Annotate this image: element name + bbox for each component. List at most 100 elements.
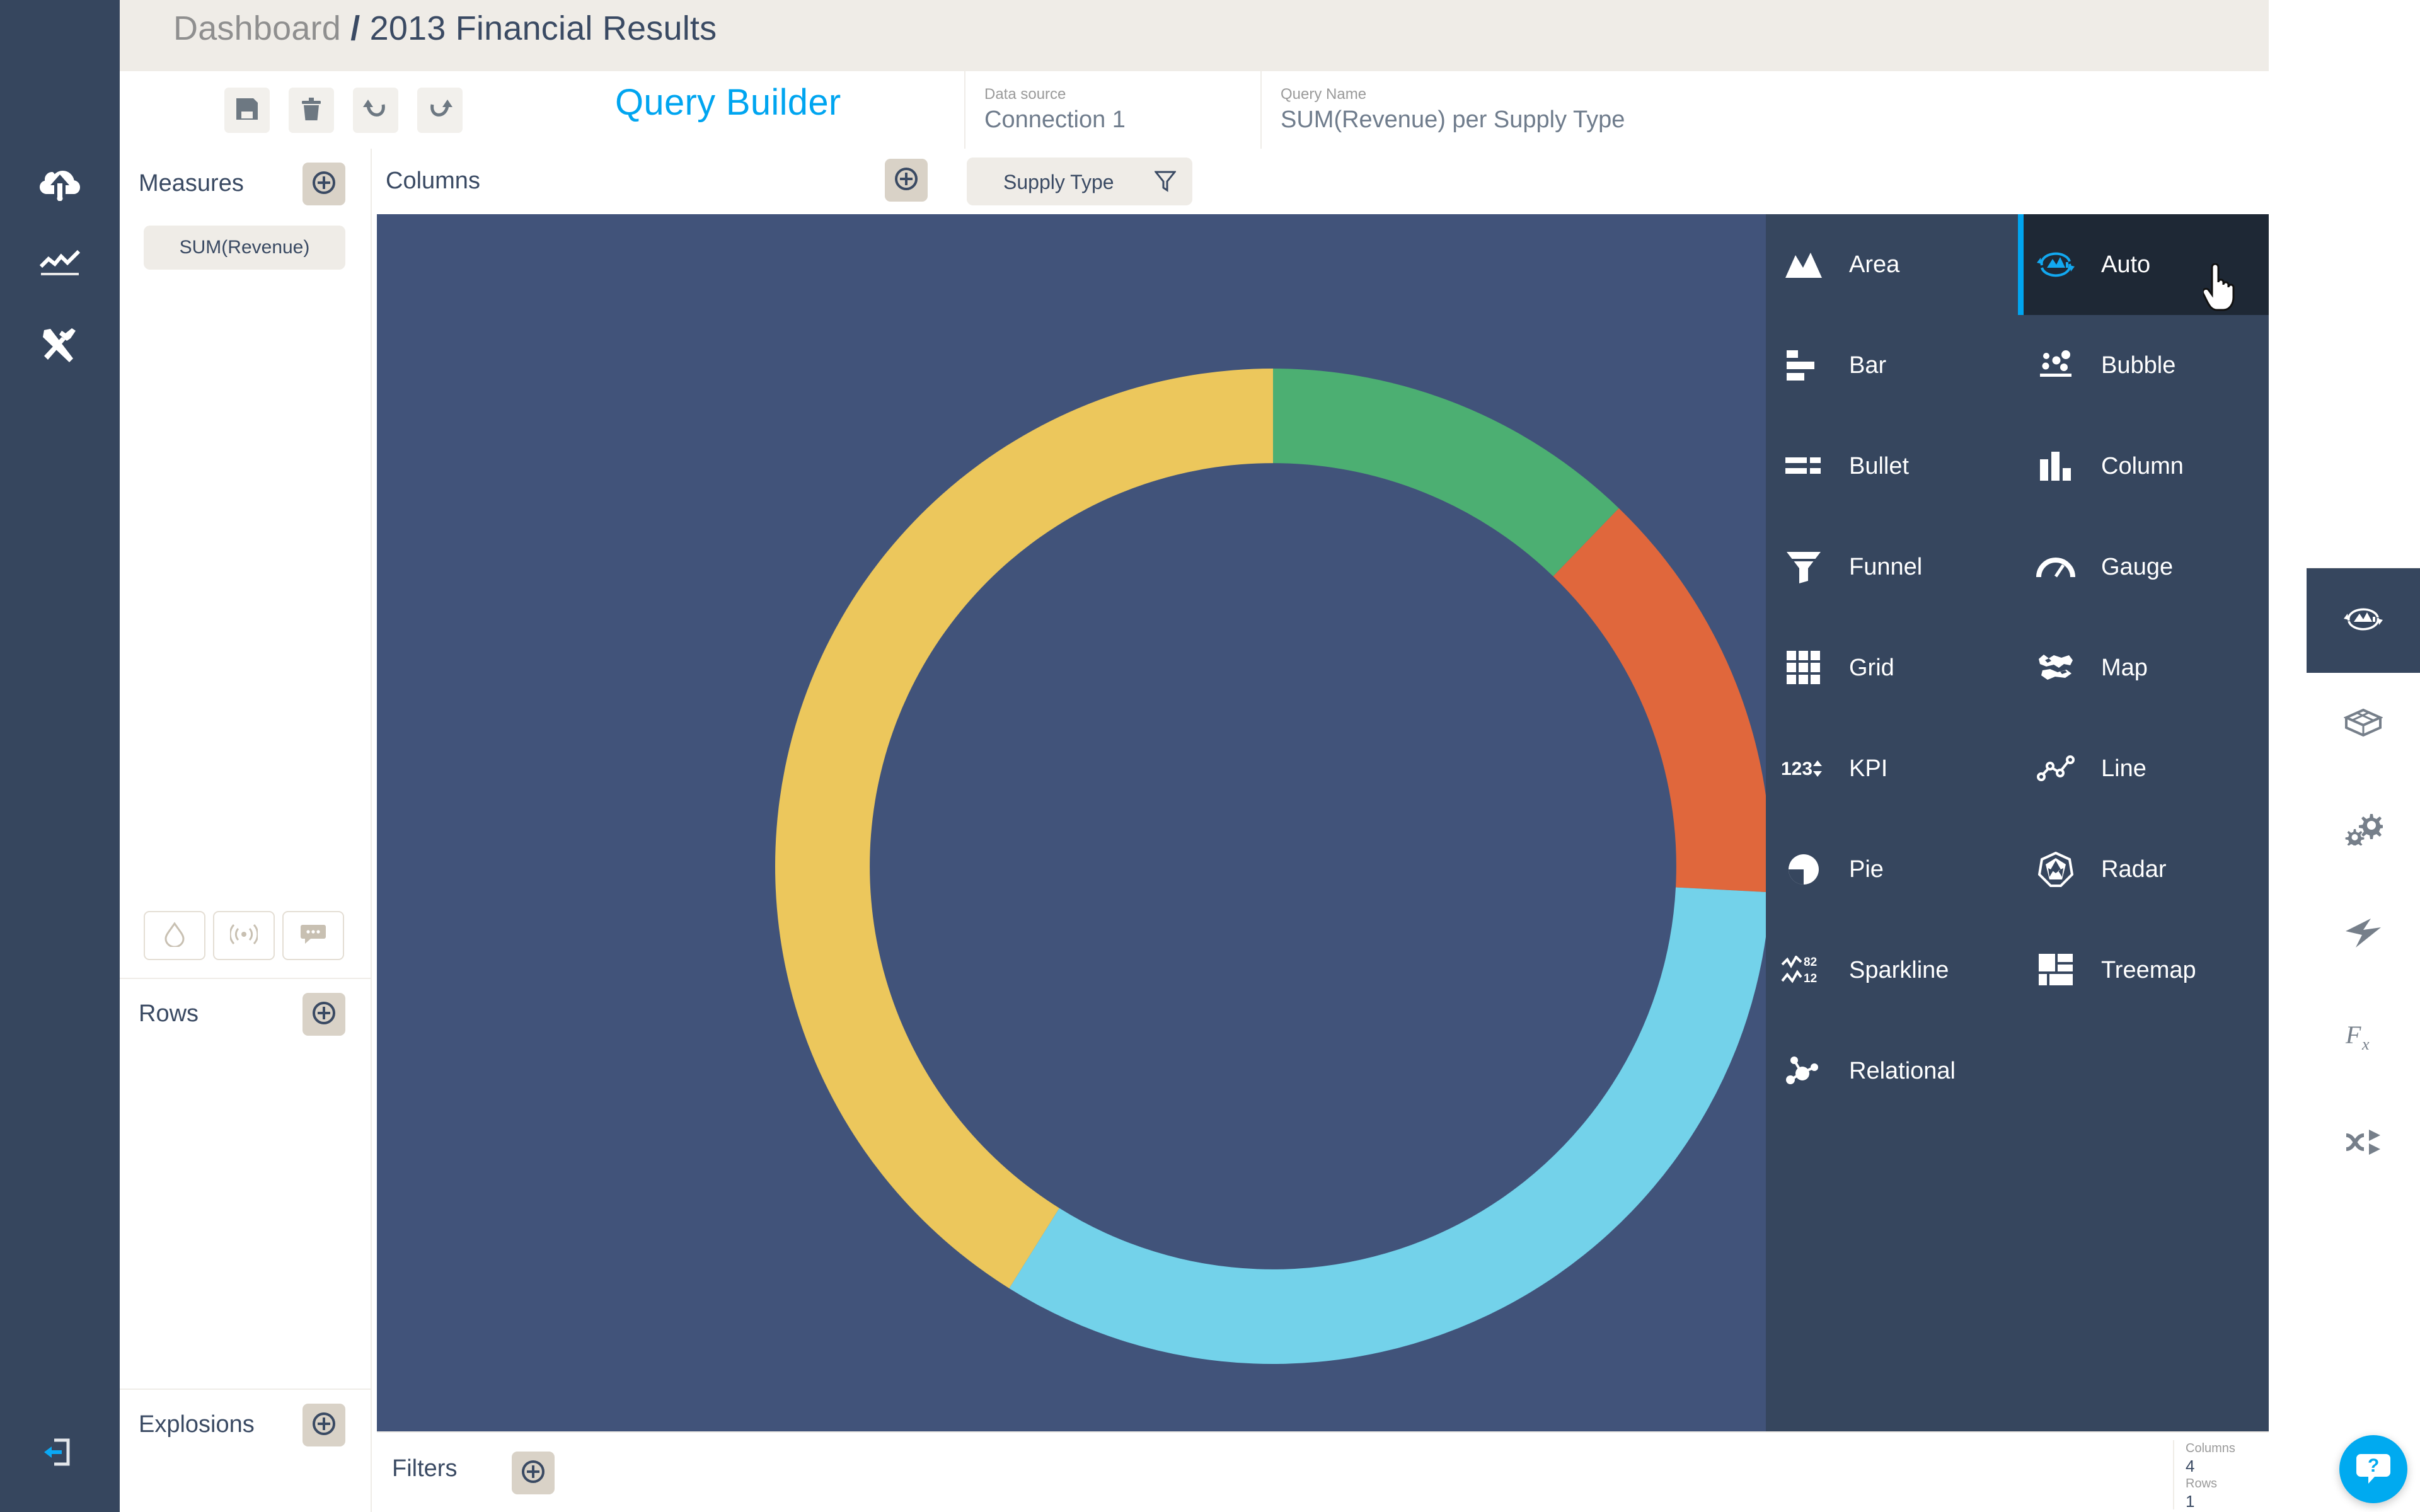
query-config-panel: Measures SUM(Revenue): [120, 149, 372, 1512]
sidebar-item-analyze[interactable]: [0, 227, 120, 302]
plus-circle-icon: [521, 1459, 546, 1487]
chart-type-line-label: Line: [2101, 753, 2146, 784]
column-chip-supply-type[interactable]: Supply Type: [967, 158, 1192, 205]
save-icon: [234, 96, 260, 125]
donut-segment[interactable]: [1273, 369, 1619, 576]
help-button[interactable]: ?: [2339, 1435, 2407, 1503]
add-column-button[interactable]: [885, 159, 928, 202]
auto-chart-icon: [2018, 246, 2094, 283]
chart-type-sparkline[interactable]: 82 12 Sparkline: [1766, 920, 2018, 1021]
tools-icon: [40, 327, 79, 366]
right-rail-formula-button[interactable]: F x: [2307, 987, 2420, 1091]
measure-pill-label: SUM(Revenue): [180, 237, 310, 258]
kpi-icon: 123: [1766, 758, 1841, 779]
grid-icon: [1766, 651, 1841, 685]
query-name-value: SUM(Revenue) per Supply Type: [1281, 104, 2388, 135]
chart-type-column-label: Column: [2101, 450, 2184, 482]
fx-icon: F x: [2344, 1022, 2382, 1057]
right-rail-auto-chart-button[interactable]: [2307, 568, 2420, 673]
chart-type-auto-label: Auto: [2101, 249, 2150, 280]
bubble-chart-icon: [2018, 350, 2094, 381]
chart-type-treemap[interactable]: Treemap: [2018, 920, 2269, 1021]
sidebar-item-upload[interactable]: [0, 145, 120, 220]
page-title: Query Builder: [615, 81, 841, 123]
plus-circle-icon: [311, 170, 337, 198]
rows-section-header: Rows: [120, 979, 371, 1050]
collapse-panel-button[interactable]: [0, 1414, 120, 1490]
chart-type-line[interactable]: Line: [2018, 718, 2269, 819]
filter-icon[interactable]: [1155, 170, 1176, 196]
gauge-icon: [2018, 555, 2094, 579]
svg-text:123: 123: [1781, 759, 1812, 779]
drop-button[interactable]: [144, 911, 205, 960]
redo-button[interactable]: [417, 88, 463, 133]
chart-type-gauge[interactable]: Gauge: [2018, 517, 2269, 617]
breadcrumb-leaf[interactable]: 2013 Financial Results: [370, 9, 717, 47]
donut-segment[interactable]: [1553, 508, 1766, 893]
donut-segment[interactable]: [775, 369, 1273, 1288]
chart-type-area[interactable]: Area: [1766, 214, 2018, 315]
chart-type-bubble[interactable]: Bubble: [2018, 315, 2269, 416]
drop-icon: [164, 922, 185, 950]
treemap-icon: [2018, 954, 2094, 987]
svg-text:82: 82: [1804, 956, 1817, 969]
measures-section-header: Measures: [120, 149, 371, 219]
chart-type-bar[interactable]: Bar: [1766, 315, 2018, 416]
result-stats: Columns 4 Rows 1: [2173, 1440, 2255, 1509]
add-row-button[interactable]: [302, 993, 345, 1036]
gears-icon: [2344, 811, 2383, 849]
chart-type-pie[interactable]: Pie: [1766, 819, 2018, 920]
chart-type-kpi[interactable]: 123 KPI: [1766, 718, 2018, 819]
sidebar-item-tools[interactable]: [0, 309, 120, 384]
undo-button[interactable]: [353, 88, 398, 133]
query-name-label: Query Name: [1281, 85, 2388, 104]
auto-chart-icon: [2342, 601, 2384, 641]
chart-type-area-label: Area: [1849, 249, 1899, 280]
left-nav-rail: [0, 0, 120, 1512]
chart-type-column[interactable]: Column: [2018, 416, 2269, 517]
chart-type-bubble-label: Bubble: [2101, 350, 2175, 381]
right-rail-shuffle-button[interactable]: [2307, 1091, 2420, 1196]
plus-circle-icon: [311, 1000, 337, 1029]
right-rail-actions-button[interactable]: [2307, 882, 2420, 987]
chart-type-grid[interactable]: Grid: [1766, 617, 2018, 718]
chart-type-radar-label: Radar: [2101, 854, 2167, 885]
chart-type-map-label: Map: [2101, 652, 2148, 684]
selection-indicator: [2018, 214, 2024, 315]
chart-type-kpi-label: KPI: [1849, 753, 1887, 784]
line-chart-icon: [2018, 755, 2094, 782]
add-measure-button[interactable]: [302, 163, 345, 205]
chart-canvas[interactable]: [377, 214, 1766, 1431]
donut-chart[interactable]: [377, 214, 1766, 1431]
chart-type-funnel[interactable]: Funnel: [1766, 517, 2018, 617]
chart-type-relational[interactable]: Relational: [1766, 1021, 2018, 1121]
add-explosion-button[interactable]: [302, 1404, 345, 1446]
chart-type-treemap-label: Treemap: [2101, 954, 2196, 986]
chart-type-sparkline-label: Sparkline: [1849, 954, 1949, 986]
measure-pill-sum-revenue[interactable]: SUM(Revenue): [144, 226, 345, 270]
breadcrumb-root[interactable]: Dashboard: [173, 9, 341, 47]
donut-segment[interactable]: [1009, 887, 1766, 1364]
data-source-value: Connection 1: [984, 104, 1260, 135]
breadcrumb: Dashboard / 2013 Financial Results: [173, 9, 717, 48]
right-rail-settings-button[interactable]: [2307, 777, 2420, 882]
bar-chart-icon: [1766, 349, 1841, 382]
chart-type-map[interactable]: Map: [2018, 617, 2269, 718]
query-name-field[interactable]: Query Name SUM(Revenue) per Supply Type: [1260, 71, 2388, 149]
svg-text:12: 12: [1804, 972, 1817, 985]
chart-type-bullet[interactable]: Bullet: [1766, 416, 2018, 517]
chart-type-auto[interactable]: Auto: [2018, 214, 2269, 315]
area-chart-icon: [1766, 250, 1841, 279]
undo-icon: [362, 96, 389, 125]
relational-icon: [1766, 1057, 1841, 1085]
add-filter-button[interactable]: [512, 1452, 555, 1494]
chart-type-radar[interactable]: Radar: [2018, 819, 2269, 920]
delete-button[interactable]: [289, 88, 334, 133]
save-button[interactable]: [224, 88, 270, 133]
data-source-field[interactable]: Data source Connection 1: [964, 71, 1260, 149]
svg-text:F: F: [2345, 1022, 2361, 1049]
comment-button[interactable]: [282, 911, 344, 960]
right-rail-cube-button[interactable]: [2307, 673, 2420, 777]
plus-circle-icon: [894, 166, 919, 195]
signal-button[interactable]: [213, 911, 275, 960]
